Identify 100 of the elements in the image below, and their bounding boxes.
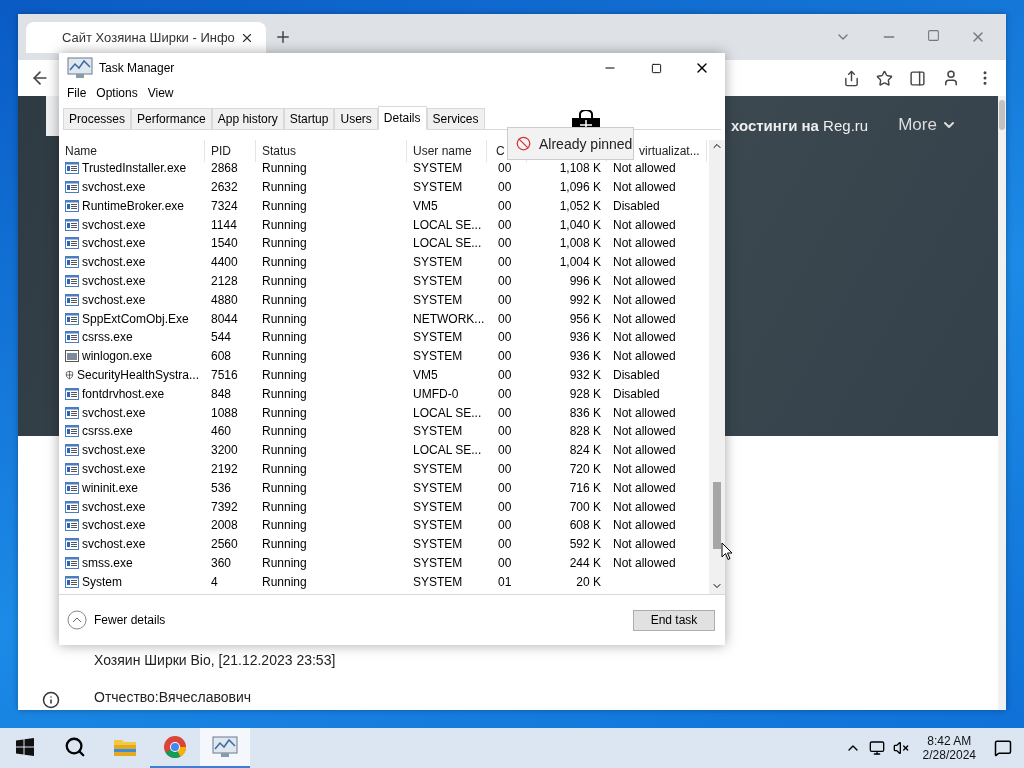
star-icon[interactable] — [876, 69, 893, 87]
speaker-icon[interactable] — [892, 740, 909, 756]
app-icon — [65, 237, 79, 250]
tab[interactable]: Performance — [131, 108, 212, 129]
table-cell-text: LOCAL SE... — [412, 442, 483, 460]
table-cell-text: 244 K — [568, 554, 602, 572]
table-cell-text: Running — [261, 216, 308, 234]
browser-tab[interactable]: Сайт Хозяина Ширки - Инфо — [26, 22, 266, 53]
table-cell-text: Not allowed — [612, 254, 677, 272]
column-header[interactable]: PID — [205, 140, 256, 162]
column-header[interactable]: Status — [256, 140, 407, 162]
share-icon[interactable] — [843, 69, 860, 87]
fewer-details-button[interactable]: Fewer details — [67, 610, 166, 630]
table-cell-text: 00 — [497, 498, 513, 516]
table-cell-text: 1088 — [210, 404, 239, 422]
tab[interactable]: Details — [377, 106, 427, 130]
table-cell-text: 1,052 K — [558, 197, 602, 215]
table-cell-text: Not allowed — [612, 517, 677, 535]
tab[interactable]: Startup — [283, 108, 335, 129]
table-cell-text: Running — [261, 329, 308, 347]
tab[interactable]: App history — [211, 108, 284, 129]
menu-item[interactable]: File — [62, 86, 92, 100]
avatar-icon[interactable] — [942, 69, 960, 87]
table-cell-text: SYSTEM — [412, 536, 464, 554]
app-icon — [65, 481, 79, 494]
tab[interactable]: Services — [426, 108, 485, 129]
table-cell-text: 824 K — [568, 442, 602, 460]
table-cell-text: 544 — [210, 329, 233, 347]
table-cell-text: 00 — [497, 179, 513, 196]
table-cell-text: 8044 — [210, 310, 239, 328]
menu-item[interactable]: Options — [91, 86, 143, 100]
tab[interactable]: Processes — [63, 108, 132, 129]
table-cell-text: 00 — [497, 404, 513, 422]
table-cell-text: 00 — [497, 235, 513, 253]
table-cell: winlogon.exe — [59, 346, 205, 366]
table-cell-text: Not allowed — [612, 348, 677, 366]
table-cell-text: Running — [261, 310, 308, 328]
end-task-button[interactable]: End task — [633, 609, 715, 631]
clock[interactable]: 8:42 AM 2/28/2024 — [922, 734, 976, 762]
table-cell-text: SYSTEM — [412, 291, 464, 309]
table-cell-text: SYSTEM — [412, 160, 464, 178]
column-header[interactable]: User name — [407, 140, 487, 162]
maximize-icon — [650, 62, 662, 74]
table-cell-text: 00 — [497, 366, 513, 384]
scrollbar[interactable] — [709, 140, 725, 594]
table-cell-text: 00 — [497, 554, 513, 572]
app-icon — [65, 406, 79, 419]
network-icon[interactable] — [868, 740, 885, 756]
page-scrollbar[interactable] — [998, 96, 1006, 710]
chrome-icon — [163, 735, 187, 759]
table-cell-text: LOCAL SE... — [412, 235, 483, 253]
table-cell-text: Not allowed — [612, 554, 677, 572]
table-cell-text: 836 K — [568, 404, 602, 422]
table-cell: fontdrvhost.exe — [59, 384, 205, 404]
table-cell-text: 928 K — [568, 385, 602, 403]
notifications-icon[interactable] — [994, 739, 1012, 757]
app-icon — [65, 331, 79, 344]
nav-link[interactable]: хостинги на Reg.ru — [731, 117, 869, 134]
message-author: Хозяин Ширки Bio, [21.12.2023 23:53] — [94, 652, 337, 670]
table-cell-text: 00 — [497, 479, 513, 497]
app-icon — [65, 274, 79, 287]
tab[interactable]: Users — [334, 108, 378, 129]
table-cell-text: SYSTEM — [412, 460, 464, 478]
new-tab-icon[interactable] — [274, 28, 292, 46]
table-cell-text: 848 — [210, 385, 233, 403]
table-cell-text: Disabled — [612, 366, 661, 384]
info-icon[interactable] — [42, 690, 60, 709]
table-cell-text: 00 — [497, 291, 513, 309]
chevron-up-circle-icon — [67, 610, 87, 630]
mouse-cursor-icon — [721, 542, 733, 561]
table-cell-text: Not allowed — [612, 329, 677, 347]
table-cell: SecurityHealthSystra... — [59, 365, 205, 385]
app-icon — [65, 218, 79, 231]
more-menu[interactable]: More — [898, 115, 957, 135]
table-cell: svchost.exe — [59, 497, 205, 516]
table-cell-text: 00 — [497, 254, 513, 272]
monitor-chart-icon — [67, 57, 93, 79]
table-cell: svchost.exe — [59, 290, 205, 310]
windows-icon — [16, 738, 34, 756]
table-cell-text: 2632 — [210, 179, 239, 196]
side-panel-icon[interactable] — [909, 69, 926, 87]
table-cell-text: SYSTEM — [412, 272, 464, 290]
table-cell-text: Running — [261, 254, 308, 272]
shield-icon — [65, 367, 74, 382]
scroll-thumb[interactable] — [713, 482, 721, 549]
table-cell-text: 7324 — [210, 197, 239, 215]
maximize-icon[interactable] — [927, 29, 940, 42]
taskbar-app[interactable] — [200, 728, 250, 768]
table-cell-text: Not allowed — [612, 160, 677, 178]
table-cell-text: 1,008 K — [558, 235, 602, 253]
table-cell-text: 956 K — [568, 310, 602, 328]
table-cell: svchost.exe — [59, 271, 205, 291]
table-cell-text: Not allowed — [612, 479, 677, 497]
table-cell-text: Not allowed — [612, 291, 677, 309]
menu-item[interactable]: View — [142, 86, 179, 100]
table-cell-text: SYSTEM — [412, 179, 464, 196]
table-cell: svchost.exe — [59, 252, 205, 272]
table-cell-text: LOCAL SE... — [412, 404, 483, 422]
table-cell-text: 4400 — [210, 254, 239, 272]
table-cell-text: Not allowed — [612, 536, 677, 554]
